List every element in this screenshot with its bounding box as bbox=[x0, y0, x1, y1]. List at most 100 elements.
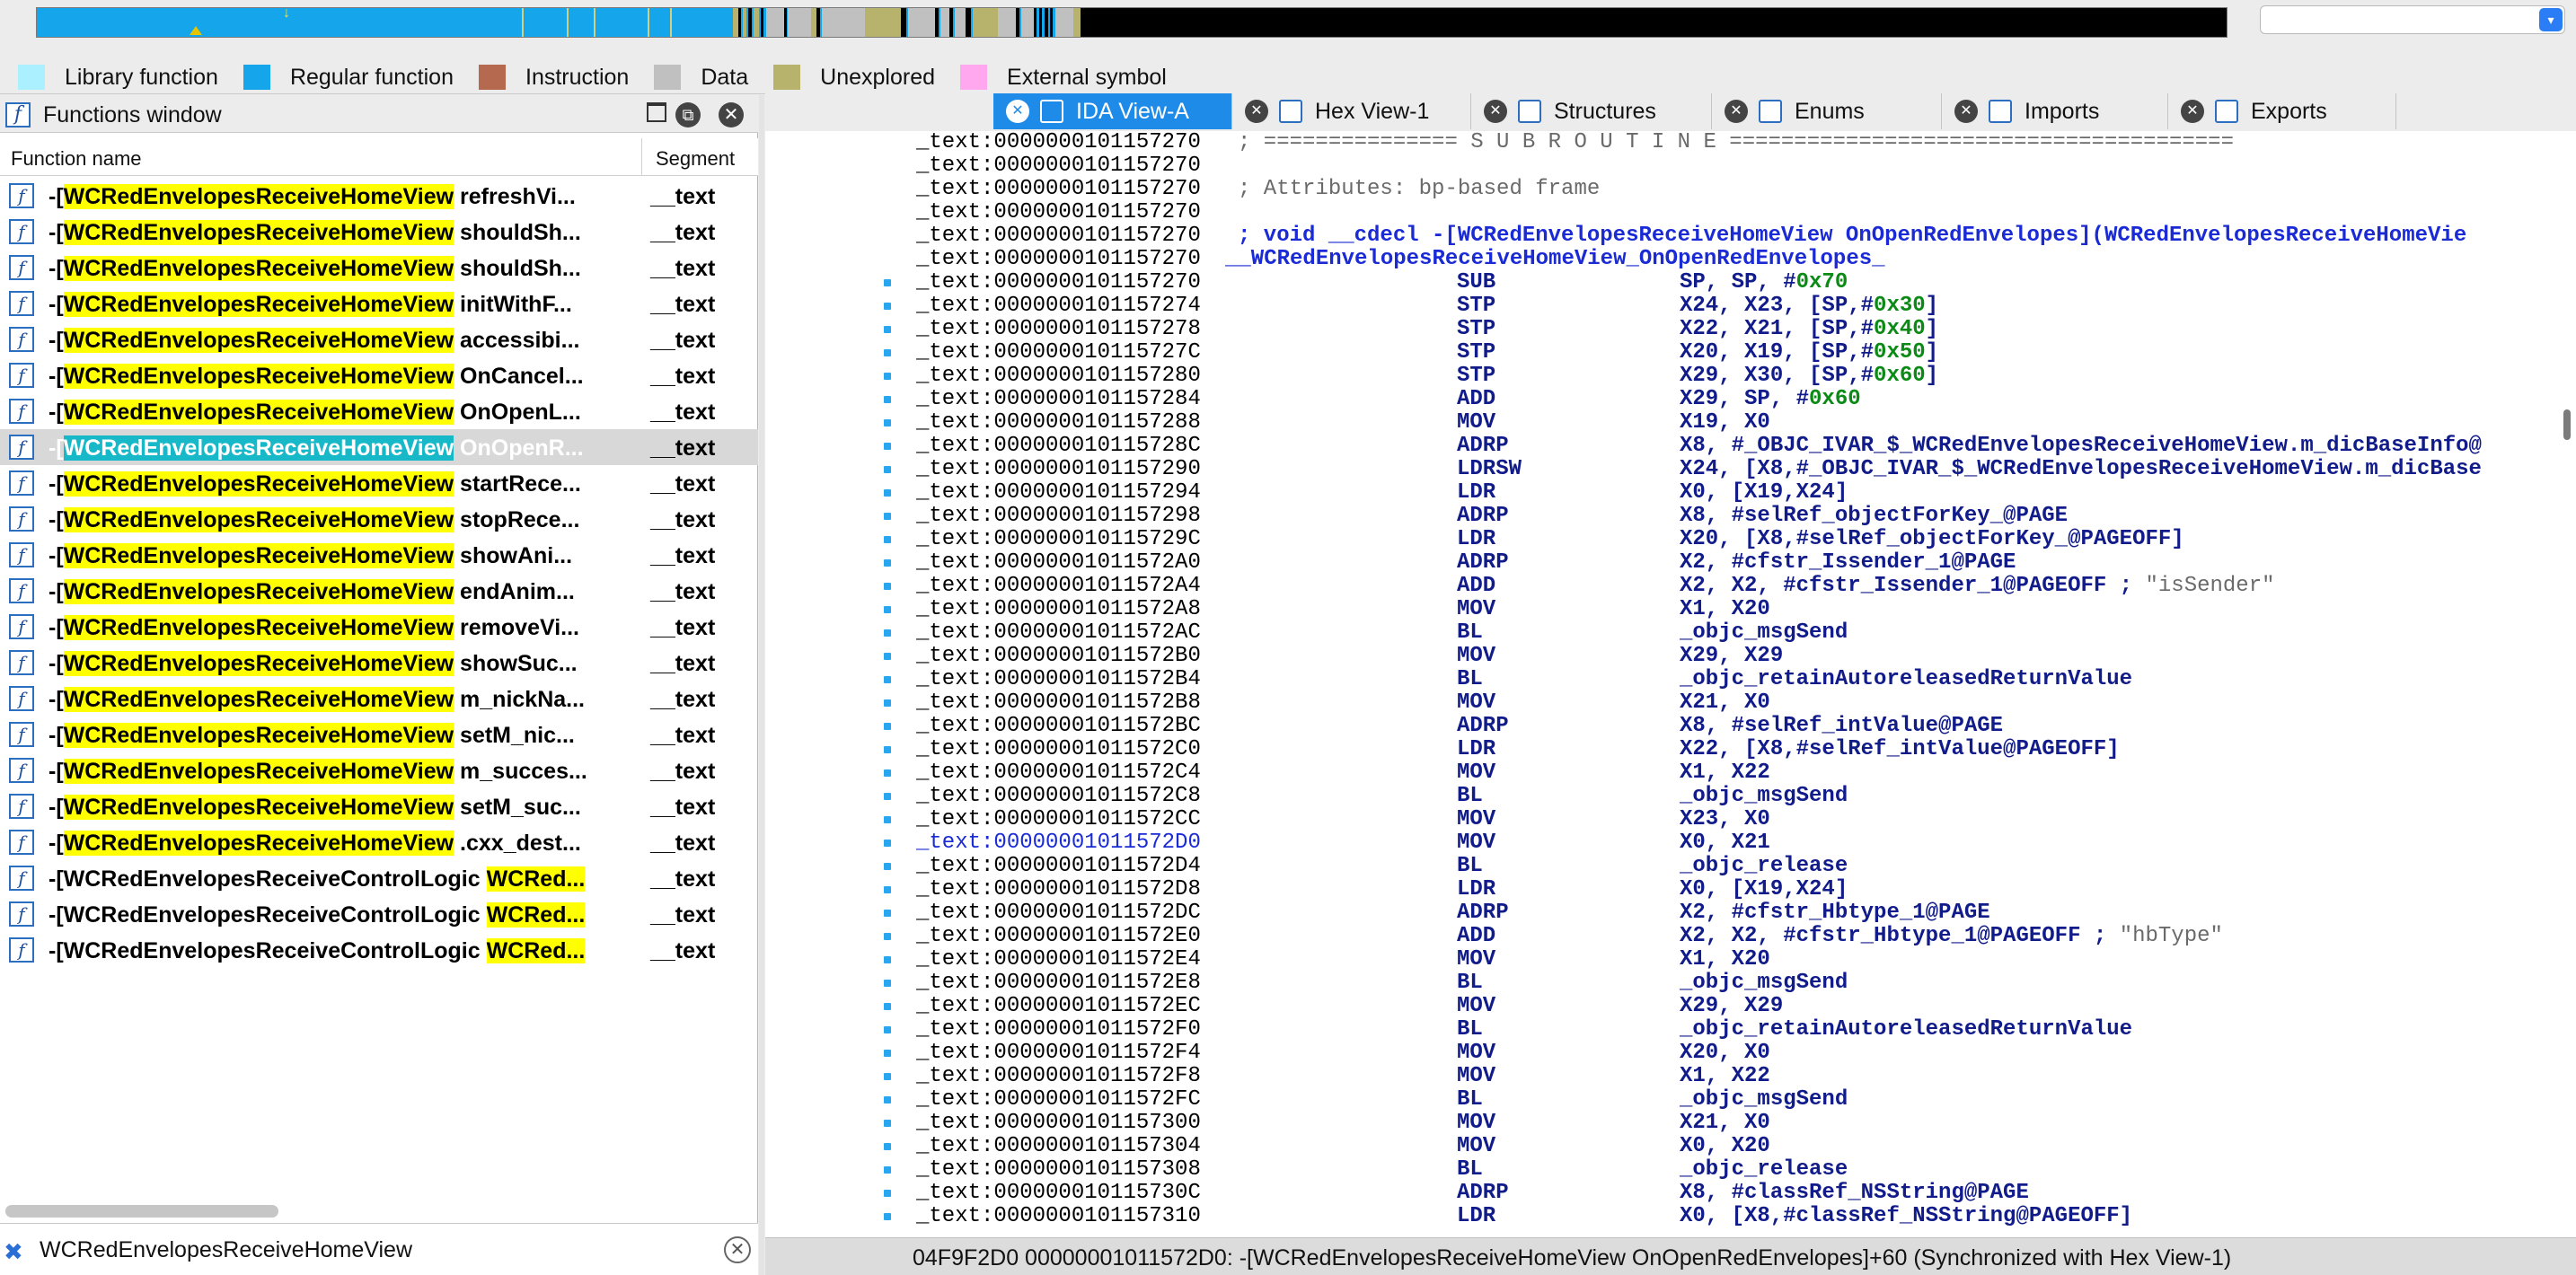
breakpoint-dot-icon[interactable] bbox=[884, 1143, 891, 1150]
asm-line[interactable]: _text:0000000101157300 MOV X21, X0 bbox=[914, 1112, 2531, 1135]
tab-close-icon[interactable]: ✕ bbox=[1954, 100, 1978, 123]
breakpoint-dot-icon[interactable] bbox=[884, 1096, 891, 1104]
asm-line[interactable]: _text:000000010115729C LDR X20, [X8,#selRe… bbox=[914, 528, 2531, 551]
function-row[interactable]: f -[WCRedEnvelopesReceiveControlLogic WCR… bbox=[0, 860, 758, 896]
breakpoint-dot-icon[interactable] bbox=[884, 536, 891, 543]
asm-operands[interactable]: X24, X23, [SP,#0x30] bbox=[1680, 295, 1938, 318]
breakpoint-dot-icon[interactable] bbox=[884, 933, 891, 940]
asm-line[interactable]: _text:00000001011572D8 LDR X0, [X19,X24] bbox=[914, 878, 2531, 901]
horizontal-scrollbar[interactable] bbox=[5, 1205, 278, 1218]
ida-view-disassembly[interactable]: _text:0000000101157270 ; =============== … bbox=[765, 131, 2576, 1237]
asm-operands[interactable]: X0, [X19,X24] bbox=[1680, 481, 1848, 505]
asm-operands[interactable]: X0, [X19,X24] bbox=[1680, 878, 1848, 901]
clear-search-icon[interactable]: ✕ bbox=[724, 1236, 751, 1263]
asm-operands[interactable]: X1, X20 bbox=[1680, 948, 1770, 972]
asm-operands[interactable]: X20, X0 bbox=[1680, 1042, 1770, 1065]
asm-operands[interactable]: _objc_msgSend bbox=[1680, 972, 1848, 995]
asm-line[interactable]: _text:0000000101157274 STP X24, X23, [SP,#… bbox=[914, 295, 2531, 318]
asm-operands[interactable]: SP, SP, #0x70 bbox=[1680, 271, 1848, 295]
asm-operands[interactable]: X2, X2, #cfstr_Issender_1@PAGEOFF ; "isS… bbox=[1680, 575, 2275, 598]
function-search-input[interactable] bbox=[38, 1233, 702, 1267]
asm-operands[interactable]: X2, #cfstr_Hbtype_1@PAGE bbox=[1680, 901, 1990, 925]
function-row[interactable]: f -[WCRedEnvelopesReceiveHomeView stopRec… bbox=[0, 501, 758, 537]
asm-operands[interactable]: X2, X2, #cfstr_Hbtype_1@PAGEOFF ; "hbTyp… bbox=[1680, 925, 2223, 948]
asm-line[interactable]: _text:0000000101157288 MOV X19, X0 bbox=[914, 411, 2531, 435]
restore-icon[interactable] bbox=[643, 102, 668, 128]
pane-splitter[interactable] bbox=[759, 95, 764, 1275]
asm-operands[interactable]: X22, X21, [SP,#0x40] bbox=[1680, 318, 1938, 341]
asm-line[interactable]: _text:00000001011572D0 MOV X0, X21 bbox=[914, 831, 2531, 855]
asm-line[interactable]: _text:0000000101157270 ; =============== … bbox=[914, 131, 2531, 154]
asm-line[interactable]: _text:000000010115730C ADRP X8, #classRef_… bbox=[914, 1182, 2531, 1205]
asm-line[interactable]: _text:0000000101157270 bbox=[914, 201, 2531, 224]
function-row[interactable]: f -[WCRedEnvelopesReceiveHomeView m_nickN… bbox=[0, 681, 758, 717]
breakpoint-dot-icon[interactable] bbox=[884, 840, 891, 847]
breakpoint-dot-icon[interactable] bbox=[884, 863, 891, 870]
asm-operands[interactable]: X24, [X8,#_OBJC_IVAR_$_WCRedEnvelopesRec… bbox=[1680, 458, 2482, 481]
asm-label[interactable]: __WCRedEnvelopesReceiveHomeView_OnOpenRe… bbox=[1225, 248, 1885, 271]
breakpoint-dot-icon[interactable] bbox=[884, 723, 891, 730]
tab-close-icon[interactable]: ✕ bbox=[1725, 100, 1748, 123]
asm-line[interactable]: _text:00000001011572DC ADRP X2, #cfstr_Hbt… bbox=[914, 901, 2531, 925]
tab-hex-view-1[interactable]: ✕ Hex View-1 bbox=[1232, 93, 1471, 129]
asm-line[interactable]: _text:0000000101157310 LDR X0, [X8,#classR… bbox=[914, 1205, 2531, 1228]
asm-line[interactable]: _text:00000001011572EC MOV X29, X29 bbox=[914, 995, 2531, 1018]
asm-operands[interactable]: X0, X21 bbox=[1680, 831, 1770, 855]
asm-operands[interactable]: X21, X0 bbox=[1680, 1112, 1770, 1135]
asm-line[interactable]: _text:00000001011572C8 BL _objc_msgSend bbox=[914, 785, 2531, 808]
breakpoint-dot-icon[interactable] bbox=[884, 699, 891, 707]
asm-operands[interactable]: X22, [X8,#selRef_intValue@PAGEOFF] bbox=[1680, 738, 2120, 761]
breakpoint-dot-icon[interactable] bbox=[884, 1213, 891, 1220]
column-function-name[interactable]: Function name bbox=[11, 147, 142, 171]
asm-operands[interactable]: _objc_release bbox=[1680, 1158, 1848, 1182]
asm-line[interactable]: _text:00000001011572E0 ADD X2, X2, #cfstr_… bbox=[914, 925, 2531, 948]
asm-operands[interactable]: _objc_msgSend bbox=[1680, 1088, 1848, 1112]
asm-operands[interactable]: X2, #cfstr_Issender_1@PAGE bbox=[1680, 551, 2016, 575]
asm-line[interactable]: _text:00000001011572F8 MOV X1, X22 bbox=[914, 1065, 2531, 1088]
filter-close-icon[interactable]: ✖ bbox=[4, 1240, 23, 1263]
nav-address-dropdown[interactable]: ▾ bbox=[2260, 5, 2565, 34]
nav-scroll-left[interactable] bbox=[22, 7, 36, 38]
asm-operands[interactable]: X0, X20 bbox=[1680, 1135, 1770, 1158]
asm-operands[interactable]: _objc_msgSend bbox=[1680, 621, 1848, 645]
breakpoint-dot-icon[interactable] bbox=[884, 489, 891, 497]
function-row[interactable]: f -[WCRedEnvelopesReceiveHomeView refresh… bbox=[0, 178, 758, 214]
breakpoint-dot-icon[interactable] bbox=[884, 513, 891, 520]
asm-line[interactable]: _text:00000001011572AC BL _objc_msgSend bbox=[914, 621, 2531, 645]
close-icon[interactable]: ✕ bbox=[719, 102, 744, 128]
function-row[interactable]: f -[WCRedEnvelopesReceiveHomeView setM_su… bbox=[0, 788, 758, 824]
asm-line[interactable]: _text:00000001011572D4 BL _objc_release bbox=[914, 855, 2531, 878]
float-window-icon[interactable]: ⧉ bbox=[675, 102, 701, 128]
breakpoint-dot-icon[interactable] bbox=[884, 653, 891, 660]
function-row[interactable]: f -[WCRedEnvelopesReceiveControlLogic WCR… bbox=[0, 932, 758, 968]
tab-close-icon[interactable]: ✕ bbox=[1245, 100, 1268, 123]
function-row[interactable]: f -[WCRedEnvelopesReceiveHomeView endAnim… bbox=[0, 573, 758, 609]
asm-line[interactable]: _text:00000001011572B8 MOV X21, X0 bbox=[914, 691, 2531, 715]
asm-line[interactable]: _text:0000000101157308 BL _objc_release bbox=[914, 1158, 2531, 1182]
asm-operands[interactable]: _objc_release bbox=[1680, 855, 1848, 878]
tab-structures[interactable]: ✕ Structures bbox=[1471, 93, 1712, 129]
asm-operands[interactable]: X1, X22 bbox=[1680, 1065, 1770, 1088]
function-row[interactable]: f -[WCRedEnvelopesReceiveHomeView removeV… bbox=[0, 609, 758, 645]
column-divider[interactable] bbox=[641, 138, 642, 176]
asm-operands[interactable]: X29, X29 bbox=[1680, 995, 1783, 1018]
asm-operands[interactable]: _objc_msgSend bbox=[1680, 785, 1848, 808]
tab-enums[interactable]: ✕ Enums bbox=[1712, 93, 1942, 129]
breakpoint-dot-icon[interactable] bbox=[884, 1026, 891, 1033]
function-row[interactable]: f -[WCRedEnvelopesReceiveHomeView shouldS… bbox=[0, 214, 758, 250]
breakpoint-dot-icon[interactable] bbox=[884, 746, 891, 753]
asm-line[interactable]: _text:0000000101157278 STP X22, X21, [SP,#… bbox=[914, 318, 2531, 341]
function-row[interactable]: f -[WCRedEnvelopesReceiveHomeView shouldS… bbox=[0, 250, 758, 286]
breakpoint-dot-icon[interactable] bbox=[884, 1120, 891, 1127]
breakpoint-dot-icon[interactable] bbox=[884, 886, 891, 893]
asm-operands[interactable]: X1, X20 bbox=[1680, 598, 1770, 621]
function-row[interactable]: f -[WCRedEnvelopesReceiveControlLogic WCR… bbox=[0, 896, 758, 932]
asm-operands[interactable]: X8, #classRef_NSString@PAGE bbox=[1680, 1182, 2029, 1205]
asm-operands[interactable]: X1, X22 bbox=[1680, 761, 1770, 785]
navigation-bar[interactable]: ↓ bbox=[36, 7, 2228, 38]
asm-operands[interactable]: X29, X30, [SP,#0x60] bbox=[1680, 365, 1938, 388]
asm-line[interactable]: _text:00000001011572B0 MOV X29, X29 bbox=[914, 645, 2531, 668]
function-row[interactable]: f -[WCRedEnvelopesReceiveHomeView OnOpenR… bbox=[0, 429, 758, 465]
tab-ida-view-a[interactable]: ✕ IDA View-A bbox=[993, 93, 1232, 129]
breakpoint-dot-icon[interactable] bbox=[884, 349, 891, 356]
